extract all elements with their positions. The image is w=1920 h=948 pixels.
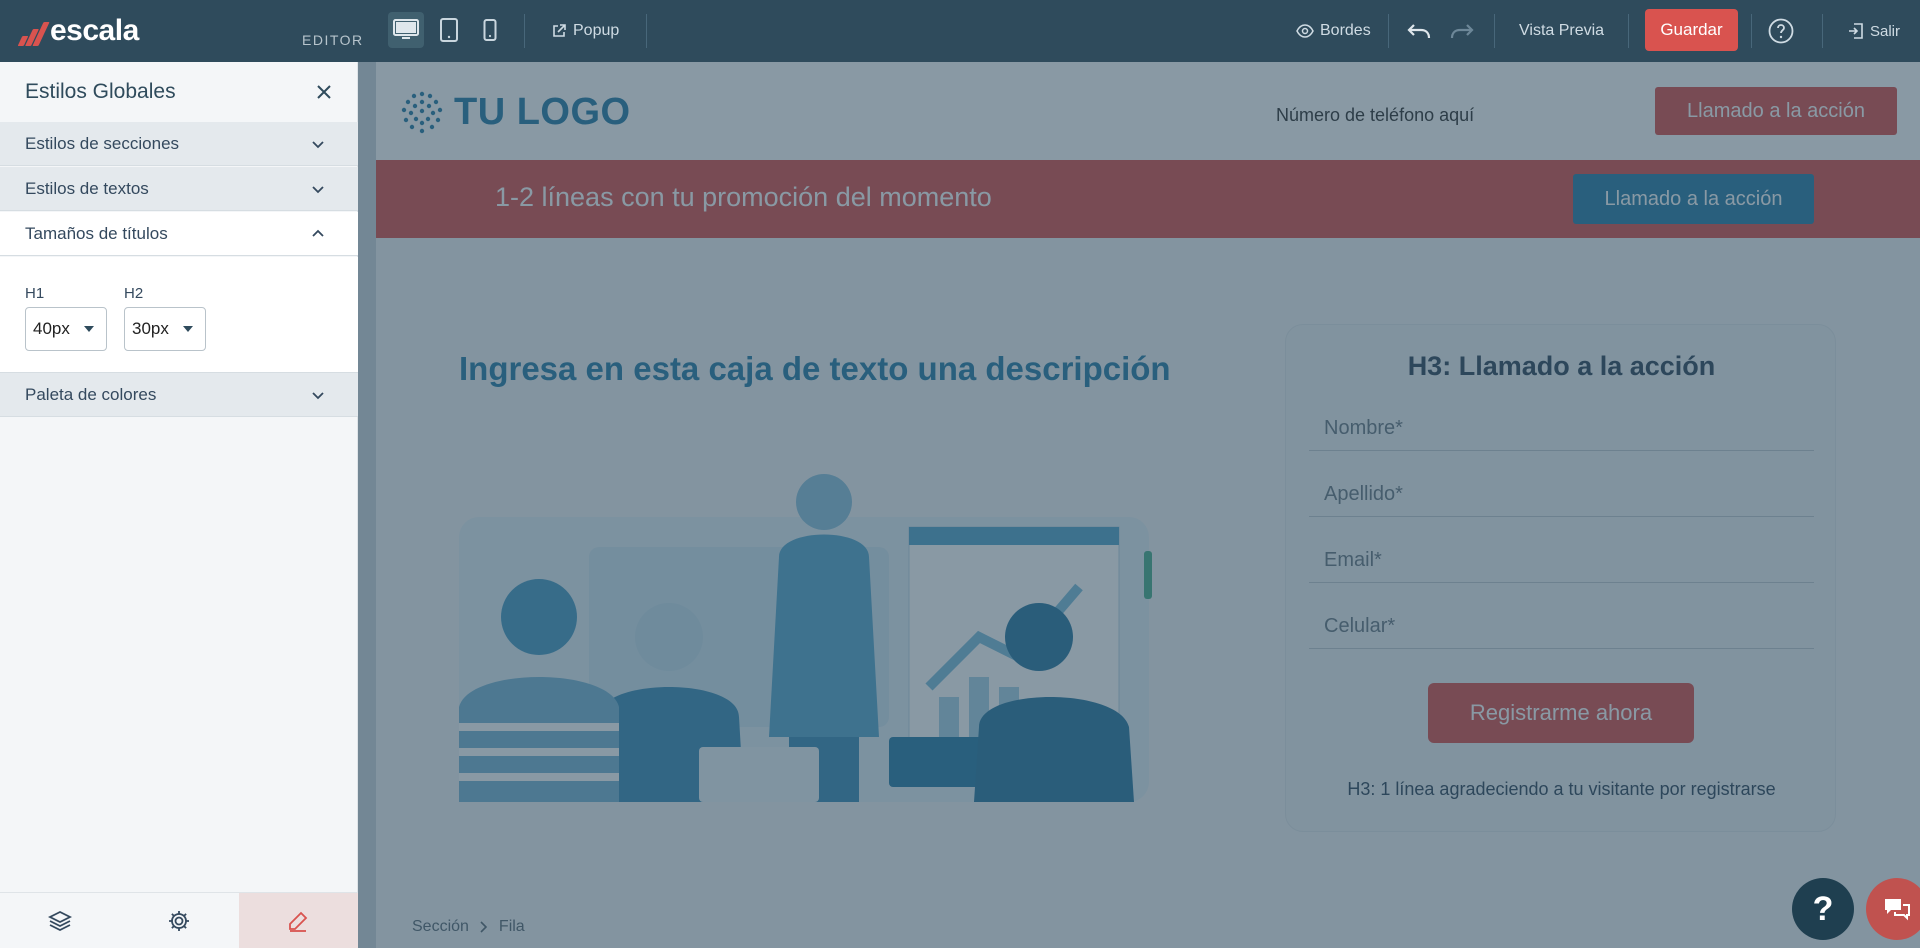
brand-mark-icon [17,16,50,46]
save-button[interactable]: Guardar [1645,9,1738,51]
top-toolbar: escala EDITOR Popup Bordes Vista Previa … [0,0,1920,62]
promo-cta-button[interactable]: Llamado a la acción [1573,174,1814,224]
toolbar-divider [646,14,647,48]
external-link-icon [553,24,566,37]
toolbar-divider [1494,14,1495,48]
brand-logo: escala [17,14,139,48]
accordion-text-styles[interactable]: Estilos de textos [0,167,358,211]
undo-icon [1407,24,1431,39]
team-meeting-illustration[interactable] [459,457,1149,802]
undo-button[interactable] [1406,0,1432,62]
phone-field[interactable]: Celular* [1309,605,1814,649]
panel-title: Estilos Globales [25,80,176,103]
mobile-icon [483,19,497,41]
redo-icon [1450,24,1474,39]
exit-label: Salir [1870,22,1901,40]
editor-label: EDITOR [302,32,364,48]
h1-size-value: 40px [33,319,70,338]
first-name-field[interactable]: Nombre* [1309,407,1814,451]
global-styles-panel: Estilos Globales Estilos de secciones Es… [0,62,358,948]
logo-text: TU LOGO [454,90,631,133]
preview-label: Vista Previa [1519,22,1605,39]
title-sizes-panel: H1 40px H2 30px [0,257,358,373]
register-button[interactable]: Registrarme ahora [1428,683,1694,743]
exit-icon [1849,23,1863,39]
borders-label: Bordes [1320,22,1371,39]
gear-icon [168,911,189,931]
accordion-section-styles[interactable]: Estilos de secciones [0,122,358,166]
panel-header: Estilos Globales [0,62,358,122]
site-header: TU LOGO Número de teléfono aquí Llamado … [376,62,1920,160]
breadcrumb: Sección Fila [412,918,525,936]
chat-fab-button[interactable] [1866,878,1920,940]
h1-label: H1 [25,285,45,302]
popup-button[interactable]: Popup [551,0,619,62]
site-logo[interactable]: TU LOGO [400,90,631,134]
accordion-label: Paleta de colores [25,384,157,404]
desktop-icon [393,19,419,39]
promo-text[interactable]: 1-2 líneas con tu promoción del momento [495,182,992,213]
popup-label: Popup [573,22,620,39]
header-cta-button[interactable]: Llamado a la acción [1655,87,1897,135]
help-circle-icon [1768,18,1794,44]
settings-tab[interactable] [119,893,238,948]
hero-description[interactable]: Ingresa en esta caja de texto una descri… [459,350,1171,388]
caret-down-icon [84,326,94,332]
toolbar-divider [1388,14,1389,48]
last-name-field[interactable]: Apellido* [1309,473,1814,517]
canvas-gutter [358,62,376,948]
phone-text[interactable]: Número de teléfono aquí [1276,105,1474,126]
h2-size-value: 30px [132,319,169,338]
chevron-up-icon [312,229,324,237]
chevron-down-icon [312,392,324,400]
accordion-color-palette[interactable]: Paleta de colores [0,373,358,417]
breadcrumb-row[interactable]: Fila [499,918,525,936]
breadcrumb-section[interactable]: Sección [412,918,469,936]
h1-size-select[interactable]: 40px [25,307,107,351]
form-thank-you-note[interactable]: H3: 1 línea agradeciendo a tu visitante … [1286,779,1837,800]
caret-down-icon [183,326,193,332]
toolbar-divider [524,14,525,48]
global-styles-tab[interactable] [238,893,358,948]
email-field[interactable]: Email* [1309,539,1814,583]
resize-handle[interactable] [1144,551,1152,599]
form-title[interactable]: H3: Llamado a la acción [1286,351,1837,382]
page-canvas: TU LOGO Número de teléfono aquí Llamado … [376,62,1920,948]
exit-button[interactable]: Salir [1848,0,1900,62]
help-fab-button[interactable]: ? [1792,878,1854,940]
eye-icon [1296,24,1314,38]
h2-size-select[interactable]: 30px [124,307,206,351]
help-button[interactable] [1768,0,1794,62]
accordion-label: Tamaños de títulos [25,223,168,243]
toolbar-divider [1822,14,1823,48]
borders-toggle[interactable]: Bordes [1296,0,1371,62]
preview-button[interactable]: Vista Previa [1519,0,1604,62]
promo-bar: 1-2 líneas con tu promoción del momento … [376,160,1920,238]
accordion-label: Estilos de textos [25,178,149,198]
signup-form-card: H3: Llamado a la acción Nombre* Apellido… [1285,324,1836,832]
desktop-view-button[interactable] [388,12,424,48]
toolbar-divider [1751,14,1752,48]
toolbar-divider [1628,14,1629,48]
chevron-right-icon [480,921,488,933]
tablet-icon [440,18,458,42]
chevron-down-icon [312,186,324,194]
chevron-down-icon [312,141,324,149]
accordion-title-sizes[interactable]: Tamaños de títulos [0,212,358,256]
chat-icon [1885,899,1910,921]
close-icon[interactable] [314,82,334,102]
layers-tab[interactable] [0,893,119,948]
layers-icon [47,910,72,932]
panel-footer-tabs [0,892,358,948]
accordion-label: Estilos de secciones [25,133,180,153]
pen-icon [289,911,308,932]
dotted-globe-icon [401,91,443,134]
h2-label: H2 [124,285,144,302]
tablet-view-button[interactable] [431,12,467,48]
brand-name: escala [50,14,139,47]
redo-button[interactable] [1449,0,1475,62]
mobile-view-button[interactable] [472,12,508,48]
